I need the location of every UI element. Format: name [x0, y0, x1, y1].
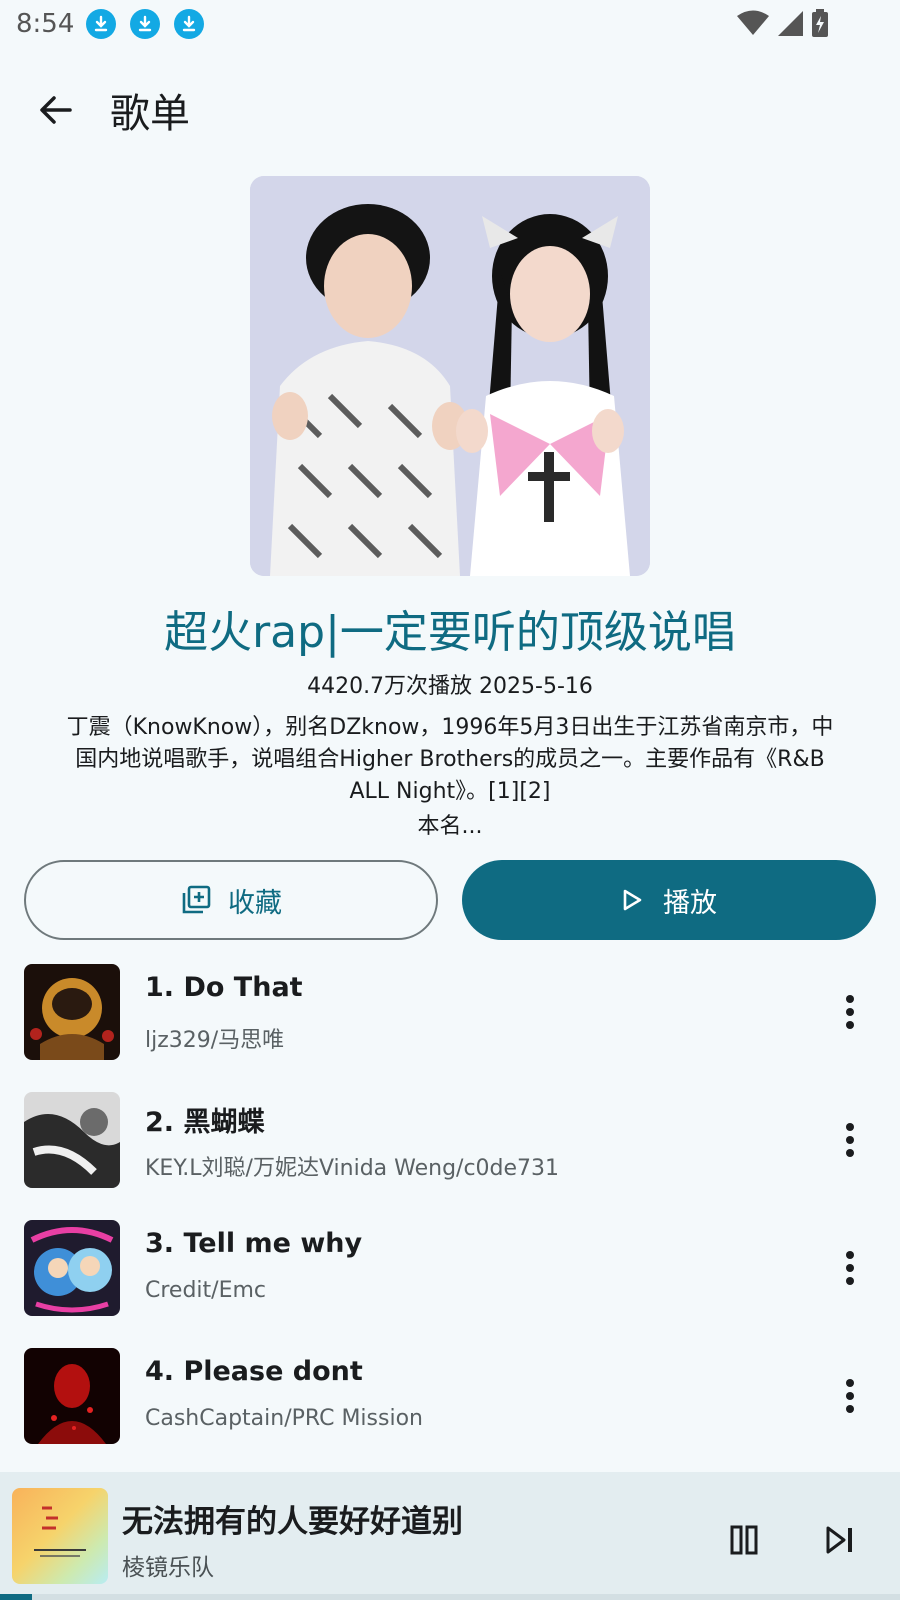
song-more-button[interactable]: [830, 1246, 870, 1290]
signal-icon: [778, 11, 803, 36]
status-bar: 8:54: [0, 0, 900, 48]
song-more-button[interactable]: [830, 1374, 870, 1418]
song-cover-image: [24, 1348, 120, 1444]
download-notification-icon: [86, 9, 117, 39]
song-list: 1. Do That ljz329/马思唯 2. 黑蝴蝶 KEY.L刘聪/万妮达…: [0, 960, 900, 1472]
song-artist: ljz329/马思唯: [145, 1028, 285, 1053]
next-track-button[interactable]: [816, 1516, 864, 1564]
play-icon: [623, 889, 642, 911]
now-playing-cover-image: [12, 1488, 108, 1584]
back-button[interactable]: [26, 80, 86, 140]
song-more-button[interactable]: [830, 1118, 870, 1162]
pause-icon: [730, 1525, 758, 1555]
playback-progress-bar[interactable]: [0, 1594, 900, 1600]
song-title: 2. 黑蝴蝶: [145, 1107, 265, 1138]
song-title: 3. Tell me why: [145, 1228, 363, 1259]
song-artist: CashCaptain/PRC Mission: [145, 1406, 423, 1431]
playlist-description[interactable]: 丁震（KnowKnow），别名DZknow，1996年5月3日出生于江苏省南京市…: [60, 712, 840, 808]
favorite-button-label: 收藏: [228, 887, 282, 919]
more-vert-icon: [846, 995, 854, 1029]
song-row[interactable]: 1. Do That ljz329/马思唯: [0, 960, 900, 1088]
top-app-bar: 歌单: [0, 70, 900, 150]
song-row[interactable]: 2. 黑蝴蝶 KEY.L刘聪/万妮达Vinida Weng/c0de731: [0, 1088, 900, 1216]
play-all-button[interactable]: 播放: [462, 860, 876, 940]
song-artist: KEY.L刘聪/万妮达Vinida Weng/c0de731: [145, 1156, 560, 1181]
now-playing-artist: 棱镜乐队: [122, 1555, 214, 1581]
play-all-button-label: 播放: [663, 887, 717, 919]
more-vert-icon: [846, 1123, 854, 1157]
pause-button[interactable]: [720, 1516, 768, 1564]
more-vert-icon: [846, 1379, 854, 1413]
song-row[interactable]: 3. Tell me why Credit/Emc: [0, 1216, 900, 1344]
status-icons: [736, 8, 830, 38]
playlist-cover-image: [250, 176, 650, 576]
playlist-description-more[interactable]: 本名...: [0, 808, 900, 840]
playback-progress-fill: [0, 1594, 32, 1600]
song-cover-image: [24, 1220, 120, 1316]
arrow-back-icon: [40, 96, 72, 124]
song-cover-image: [24, 1092, 120, 1188]
favorite-button[interactable]: 收藏: [24, 860, 438, 940]
song-artist: Credit/Emc: [145, 1278, 266, 1303]
now-playing-title: 无法拥有的人要好好道别: [122, 1504, 463, 1540]
wifi-icon: [737, 10, 769, 35]
song-title: 1. Do That: [145, 972, 303, 1003]
more-vert-icon: [846, 1251, 854, 1285]
song-more-button[interactable]: [830, 990, 870, 1034]
page-title: 歌单: [110, 91, 190, 137]
battery-charging-icon: [812, 9, 828, 37]
status-time: 8:54: [16, 9, 75, 39]
playlist-meta: 4420.7万次播放 2025-5-16: [307, 674, 593, 699]
download-notification-icon: [130, 9, 161, 39]
download-notification-icon: [174, 9, 205, 39]
mini-player[interactable]: 无法拥有的人要好好道别 棱镜乐队: [0, 1472, 900, 1600]
song-cover-image: [24, 964, 120, 1060]
song-row[interactable]: 4. Please dont CashCaptain/PRC Mission: [0, 1344, 900, 1472]
playlist-title: 超火rap|一定要听的顶级说唱: [164, 607, 736, 658]
library-add-icon: [182, 885, 211, 914]
skip-next-icon: [826, 1526, 852, 1554]
song-title: 4. Please dont: [145, 1356, 363, 1387]
